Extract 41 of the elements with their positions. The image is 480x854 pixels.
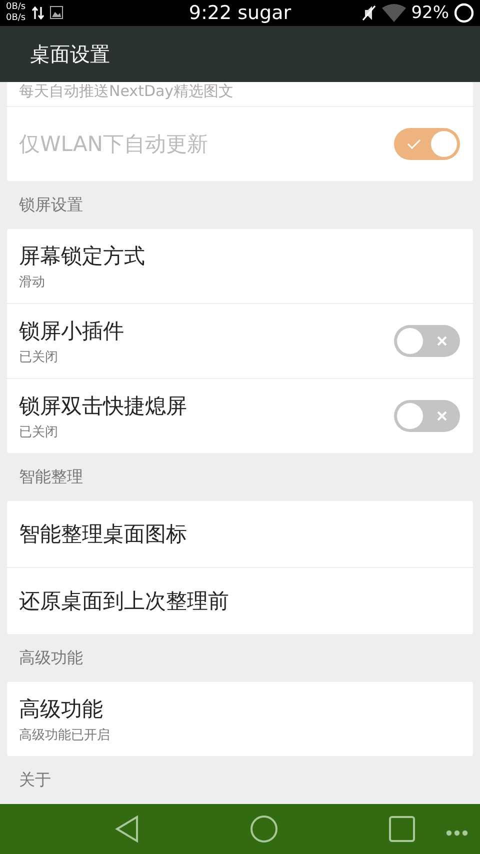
check-icon [407,139,421,150]
section-header: 智能整理 [18,466,84,488]
download-speed: 0B/s [6,12,26,24]
status-time: 9:22 sugar [188,2,292,24]
close-icon [437,336,447,346]
data-arrows-icon [32,6,44,20]
wifi-icon [382,4,406,22]
battery-level: 92% [411,2,449,23]
row-title: 屏幕锁定方式 [19,242,145,270]
image-icon [50,6,63,20]
row-subtitle: 已关闭 [19,424,58,441]
close-icon [437,411,447,422]
app-bar-title: 桌面设置 [30,40,110,68]
row-subtitle: 每天自动推送NextDay精选图文 [19,82,234,102]
row-subtitle: 高级功能已开启 [19,726,110,744]
section-header: 关于 [18,768,52,791]
toggle-switch[interactable] [394,325,460,358]
row-subtitle: 已关闭 [19,348,58,366]
settings-row[interactable]: 高级功能 高级功能已开启 [7,682,473,756]
toggle-switch[interactable] [394,400,460,432]
settings-row[interactable]: 锁屏小插件 已关闭 [7,303,473,378]
more-icon[interactable] [446,830,468,836]
section-header: 高级功能 [18,646,84,669]
section-header: 锁屏设置 [18,194,84,216]
row-title: 高级功能 [19,696,103,723]
settings-row[interactable]: 屏幕锁定方式 滑动 [7,229,473,304]
row-title: 智能整理桌面图标 [19,521,187,548]
battery-ring-icon [454,2,474,23]
home-icon[interactable] [250,815,278,844]
back-icon[interactable] [115,815,140,844]
upload-speed: 0B/s [6,2,26,13]
row-title: 仅WLAN下自动更新 [19,131,208,158]
settings-row[interactable]: 锁屏双击快捷熄屏 已关闭 [7,378,473,454]
row-title: 锁屏双击快捷熄屏 [19,392,187,420]
settings-row[interactable]: 智能整理桌面图标 [7,501,473,568]
settings-row[interactable]: 还原桌面到上次整理前 [7,567,473,634]
muted-icon [361,4,378,22]
recents-icon[interactable] [388,816,415,842]
row-subtitle: 滑动 [19,274,45,291]
row-title: 锁屏小插件 [19,318,124,345]
row-title: 还原桌面到上次整理前 [19,588,229,616]
